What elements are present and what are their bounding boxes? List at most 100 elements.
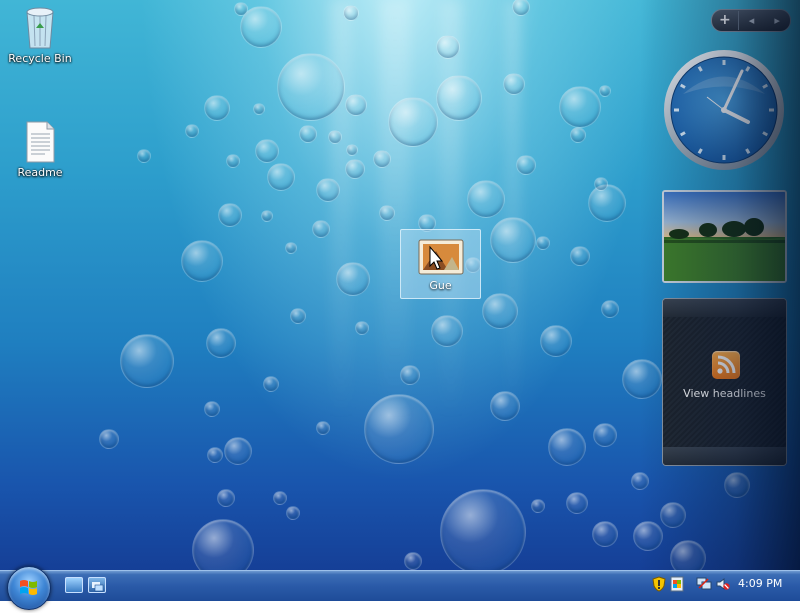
bubble: [540, 325, 572, 357]
recycle-bin-icon: [26, 7, 54, 49]
bubble: [633, 521, 663, 551]
bubble: [570, 246, 590, 266]
slideshow-gadget[interactable]: [662, 190, 787, 283]
next-page-button[interactable]: ▸: [764, 11, 790, 30]
bubble: [226, 154, 240, 168]
start-button[interactable]: [7, 566, 51, 610]
bubble: [373, 150, 391, 168]
add-gadget-button[interactable]: +: [712, 11, 739, 30]
feed-header-bar: [663, 299, 786, 317]
rss-icon: [712, 351, 740, 379]
document-icon: [26, 121, 55, 163]
bubble: [404, 552, 422, 570]
feed-headlines-gadget[interactable]: View headlines: [662, 298, 787, 466]
bubble: [137, 149, 151, 163]
show-desktop-icon[interactable]: [65, 577, 83, 593]
bubble: [316, 178, 340, 202]
bubble: [253, 103, 265, 115]
light-ray: [440, 0, 462, 420]
bubble: [99, 429, 119, 449]
bubble: [218, 203, 242, 227]
bubble: [261, 210, 273, 222]
bubble: [570, 127, 586, 143]
bubble: [181, 240, 223, 282]
bubble: [467, 180, 505, 218]
bubble: [286, 506, 300, 520]
bubble: [355, 321, 369, 335]
bubble: [431, 315, 463, 347]
readme-label: Readme: [17, 166, 63, 179]
bubble: [631, 472, 649, 490]
bubble: [594, 177, 608, 191]
bubble: [592, 521, 618, 547]
bubble: [599, 85, 611, 97]
network-icon[interactable]: [696, 577, 712, 591]
bubble: [490, 391, 520, 421]
switch-windows-icon[interactable]: [88, 577, 106, 593]
bubble: [622, 359, 662, 399]
volume-muted-icon[interactable]: [716, 577, 730, 591]
view-headlines-link[interactable]: View headlines: [663, 387, 786, 400]
bubble: [388, 97, 438, 147]
windows-update-icon[interactable]: [670, 576, 684, 592]
taskbar-clock[interactable]: 4:09 PM: [738, 577, 782, 590]
bubble: [436, 35, 460, 59]
bubble: [316, 421, 330, 435]
recycle-bin-label: Recycle Bin: [8, 52, 72, 65]
security-shield-icon[interactable]: [652, 576, 666, 592]
image-file-icon: [418, 239, 463, 275]
bubble: [660, 502, 686, 528]
bubble: [559, 86, 601, 128]
bubble: [299, 125, 317, 143]
gadget-controls: + ◂ ▸: [711, 9, 791, 32]
gue-label: Gue: [429, 279, 452, 292]
bubble: [217, 489, 235, 507]
gue-image-shortcut[interactable]: Gue: [400, 229, 481, 299]
bubble: [601, 300, 619, 318]
bubble: [531, 499, 545, 513]
desktop-background: Recycle Bin Readme Gue + ◂ ▸ View headli…: [0, 0, 800, 570]
bubble: [588, 184, 626, 222]
bubble: [234, 2, 248, 16]
bubble: [277, 53, 345, 121]
readme-shortcut[interactable]: Readme: [0, 120, 80, 179]
bubble: [185, 124, 199, 138]
bubble: [312, 220, 330, 238]
windows-logo-icon: [20, 580, 37, 595]
light-ray: [505, 0, 521, 420]
bubble: [490, 217, 536, 263]
bubble: [224, 437, 252, 465]
recycle-bin-shortcut[interactable]: Recycle Bin: [0, 4, 80, 65]
bubble: [204, 401, 220, 417]
bubble: [593, 423, 617, 447]
bubble: [566, 492, 588, 514]
bubble: [285, 242, 297, 254]
bubble: [512, 0, 530, 16]
bubble: [192, 519, 254, 570]
bubble: [548, 428, 586, 466]
bubble: [336, 262, 370, 296]
bubble: [364, 394, 434, 464]
bubble: [482, 293, 518, 329]
bubble: [120, 334, 174, 388]
bubble: [536, 236, 550, 250]
bubble: [206, 328, 236, 358]
bubble: [255, 139, 279, 163]
clock-gadget[interactable]: [663, 49, 785, 171]
bubble: [267, 163, 295, 191]
feed-footer-bar: [663, 447, 786, 465]
bubble: [436, 75, 482, 121]
bubble: [343, 5, 359, 21]
bubble: [290, 308, 306, 324]
bubble: [516, 155, 536, 175]
previous-page-button[interactable]: ◂: [739, 11, 765, 30]
bubble: [503, 73, 525, 95]
bubble: [204, 95, 230, 121]
bubble: [263, 376, 279, 392]
bubble: [724, 472, 750, 498]
bubble: [346, 144, 358, 156]
bubble: [400, 365, 420, 385]
bubble: [345, 159, 365, 179]
bubble: [670, 540, 706, 570]
bubble: [379, 205, 395, 221]
